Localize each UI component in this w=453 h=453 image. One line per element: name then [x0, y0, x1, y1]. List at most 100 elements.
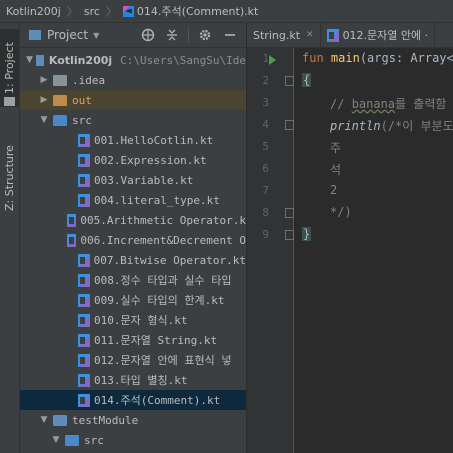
source-folder-icon — [53, 114, 67, 126]
file-label: 005.Arithmetic Operator.k — [80, 213, 246, 227]
tree-item-label: Kotlin200j — [48, 53, 113, 67]
breadcrumb-separator: 〉 — [105, 5, 117, 18]
comment-text: 를 출력함 — [395, 97, 447, 111]
file-label: 010.문자 형식.kt — [94, 314, 188, 327]
kotlin-file-icon — [66, 233, 77, 247]
kotlin-file-icon — [78, 373, 90, 387]
expanded-arrow-icon[interactable]: ▼ — [50, 435, 62, 445]
project-view-selector[interactable]: Project — [47, 28, 88, 42]
tree-item-root[interactable]: ▼ Kotlin200j C:\Users\SangSu\Ide — [20, 50, 246, 70]
comment-text: (/*이 부분도 — [380, 119, 453, 133]
breadcrumb-file[interactable]: 014.주석(Comment).kt — [121, 3, 260, 19]
kotlin-file-icon — [77, 253, 90, 267]
code-editor[interactable]: fun main(args: Array<S { // banana를 출력함 … — [294, 48, 453, 453]
tree-file-item[interactable]: 002.Expression.kt — [20, 150, 246, 170]
minimize-icon[interactable] — [222, 27, 238, 43]
expanded-arrow-icon[interactable]: ▼ — [38, 415, 50, 425]
project-tool-tab[interactable]: 1: Project — [0, 29, 19, 107]
chevron-down-icon[interactable]: ▼ — [93, 31, 99, 40]
comment-text: 주 — [330, 141, 342, 155]
breadcrumb-project[interactable]: Kotlin200j — [0, 5, 63, 18]
tree-item-test-src[interactable]: ▼ src — [20, 430, 246, 450]
tree-file-item[interactable]: 010.문자 형식.kt — [20, 310, 246, 330]
folder-icon — [4, 97, 15, 106]
code-line: // banana를 출력함 — [330, 95, 446, 112]
editor-tab[interactable]: String.kt ✕ — [247, 23, 321, 47]
tree-file-item[interactable]: 003.Variable.kt — [20, 170, 246, 190]
tree-item-src[interactable]: ▼ src — [20, 110, 246, 130]
gear-icon[interactable] — [197, 27, 213, 43]
line-number: 2 — [262, 74, 269, 87]
tree-file-item[interactable]: 004.literal_type.kt — [20, 190, 246, 210]
tree-item-out[interactable]: ▶ out — [20, 90, 246, 110]
run-icon[interactable] — [269, 55, 276, 65]
tree-file-item[interactable]: 006.Increment&Decrement O — [20, 230, 246, 250]
file-label: 004.literal_type.kt — [94, 193, 220, 207]
file-label: 014.주석(Comment).kt — [94, 394, 221, 407]
breadcrumb-src[interactable]: src — [82, 5, 102, 18]
globe-icon[interactable] — [140, 27, 156, 43]
editor-tab[interactable]: 012.문자열 안에 · — [321, 23, 436, 47]
structure-tool-tab[interactable]: Z: Structure — [0, 133, 19, 223]
tree-file-item[interactable]: 001.HelloCotlin.kt — [20, 130, 246, 150]
tree-item-label: .idea — [72, 73, 106, 87]
expanded-arrow-icon[interactable]: ▼ — [26, 55, 33, 65]
file-label: 011.문자열 String.kt — [94, 334, 218, 347]
breadcrumb-project-label: Kotlin200j — [6, 4, 61, 18]
comment-text: // — [330, 97, 352, 111]
breadcrumb-src-label: src — [83, 4, 100, 18]
line-number: 7 — [262, 184, 269, 197]
project-tree: ▼ Kotlin200j C:\Users\SangSu\Ide ▶ .idea… — [20, 48, 246, 453]
tree-item-label: testModule — [72, 413, 139, 427]
collapsed-arrow-icon[interactable]: ▶ — [38, 75, 50, 85]
tree-file-item-selected[interactable]: 014.주석(Comment).kt — [20, 390, 246, 410]
tree-item-idea[interactable]: ▶ .idea — [20, 70, 246, 90]
kotlin-file-icon — [78, 153, 90, 167]
kotlin-file-icon — [78, 193, 90, 207]
tree-file-item[interactable]: 013.타입 별칭.kt — [20, 370, 246, 390]
source-folder-icon — [65, 434, 79, 446]
kotlin-file-icon — [78, 273, 90, 287]
fold-marker-icon[interactable] — [285, 230, 294, 240]
editor-tabs: String.kt ✕ 012.문자열 안에 · — [247, 23, 453, 48]
file-label: 008.정수 타입과 실수 타입 — [94, 274, 232, 287]
close-icon[interactable]: ✕ — [306, 30, 314, 40]
tree-item-test-module[interactable]: ▼ testModule — [20, 410, 246, 430]
comment-text: */) — [330, 205, 352, 219]
tree-file-item[interactable]: 009.실수 타입의 한계.kt — [20, 290, 246, 310]
navigation-bar: Kotlin200j 〉 src 〉 014.주석(Comment).kt — [0, 0, 453, 23]
line-number: 5 — [262, 140, 269, 153]
code-text: (args: Array<S — [359, 51, 453, 65]
code-line: */) — [330, 205, 352, 219]
folder-icon — [53, 74, 67, 86]
tree-file-item[interactable]: 008.정수 타입과 실수 타입 — [20, 270, 246, 290]
tree-item-label: src — [84, 433, 104, 447]
fold-marker-icon[interactable] — [285, 120, 294, 130]
fold-marker-icon[interactable] — [285, 208, 294, 218]
fold-marker-icon[interactable] — [285, 76, 294, 86]
breadcrumb-file-label: 014.주석(Comment).kt — [136, 5, 259, 18]
expanded-arrow-icon[interactable]: ▼ — [38, 115, 50, 125]
tree-file-item[interactable]: 007.Bitwise Operator.kt — [20, 250, 246, 270]
editor-tab-label: String.kt — [253, 28, 301, 42]
code-line: fun main(args: Array<S — [302, 51, 453, 65]
kotlin-file-icon — [326, 28, 339, 42]
comment-text: banana — [351, 97, 396, 111]
project-tool-tab-label: 1: Project — [3, 42, 16, 94]
file-label: 002.Expression.kt — [94, 153, 207, 167]
code-line: } — [302, 227, 312, 241]
kotlin-file-icon — [78, 333, 90, 347]
project-path: C:\Users\SangSu\Ide — [120, 53, 246, 67]
keyword: fun — [302, 51, 324, 65]
collapsed-arrow-icon[interactable]: ▶ — [38, 95, 50, 105]
kotlin-file-icon — [78, 353, 90, 367]
collapse-all-icon[interactable] — [164, 27, 180, 43]
tree-file-item[interactable]: 005.Arithmetic Operator.k — [20, 210, 246, 230]
file-label: 012.문자열 안에 표현식 넣 — [94, 354, 232, 367]
file-label: 007.Bitwise Operator.kt — [93, 253, 246, 267]
editor-gutter: 1 2 3 4 5 6 7 8 9 — [247, 48, 294, 453]
editor-tab-label: 012.문자열 안에 · — [342, 29, 429, 42]
file-label: 001.HelloCotlin.kt — [94, 133, 214, 147]
tree-file-item[interactable]: 012.문자열 안에 표현식 넣 — [20, 350, 246, 370]
tree-file-item[interactable]: 011.문자열 String.kt — [20, 330, 246, 350]
